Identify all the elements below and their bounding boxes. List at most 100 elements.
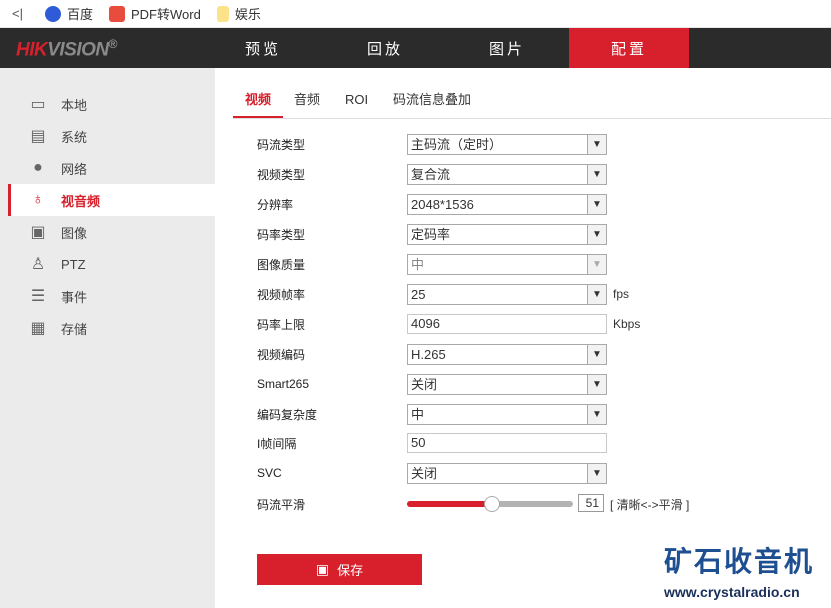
row-resolution: 分辨率 2048*1536 ▼ [257, 193, 757, 215]
row-smoothing: 码流平滑 51 [ 清晰<->平滑 ] [257, 493, 757, 515]
sidebar-item-label: 网络 [61, 161, 88, 177]
chevron-down-icon: ▼ [587, 194, 606, 214]
floppy-icon: ▦ [30, 320, 46, 337]
window-icon: ▤ [30, 128, 46, 145]
row-bitrate-type: 码率类型 定码率 ▼ [257, 223, 757, 245]
sidebar-item-label: 存储 [61, 321, 88, 337]
chevron-down-icon: ▼ [587, 134, 606, 154]
encoding-select[interactable]: H.265 ▼ [407, 343, 607, 365]
hikvision-logo: HIKVISION® [16, 37, 118, 61]
chevron-down-icon: ▼ [587, 374, 606, 394]
row-max-bitrate: 码率上限 4096 Kbps [257, 313, 757, 335]
row-i-frame: I帧间隔 50 [257, 432, 757, 454]
sidebar-item-ptz[interactable]: ♙ PTZ [8, 248, 215, 280]
sidebar-item-storage[interactable]: ▦ 存储 [8, 312, 215, 344]
row-encoding: 视频编码 H.265 ▼ [257, 343, 757, 365]
row-stream-type: 码流类型 主码流（定时） ▼ [257, 133, 757, 155]
mic-video-icon: ♁ [32, 191, 44, 208]
image-icon: ▣ [30, 224, 46, 241]
field-label: 图像质量 [257, 257, 306, 272]
calendar-icon: ☰ [30, 288, 46, 305]
baidu-icon [44, 5, 61, 22]
nav-configuration[interactable]: 配置 [569, 28, 689, 68]
folder-icon [216, 5, 229, 22]
svc-select[interactable]: 关闭 ▼ [407, 462, 607, 484]
unit-label: Kbps [613, 317, 641, 331]
back-button[interactable]: <| [12, 6, 23, 21]
bookmark-baidu[interactable]: 百度 [44, 4, 93, 23]
sidebar-item-image[interactable]: ▣ 图像 [8, 216, 215, 248]
field-label: 编码复杂度 [257, 407, 318, 422]
chevron-down-icon: ▼ [587, 254, 606, 274]
watermark: 矿石收音机 www.crystalradio.cn [664, 546, 814, 600]
chevron-down-icon: ▼ [587, 344, 606, 364]
row-frame-rate: 视频帧率 25 ▼ fps [257, 283, 757, 305]
sidebar-item-system[interactable]: ▤ 系统 [8, 120, 215, 152]
watermark-url: www.crystalradio.cn [664, 584, 800, 600]
video-type-select[interactable]: 复合流 ▼ [407, 163, 607, 185]
save-button[interactable]: ▣ 保存 [257, 554, 422, 585]
field-label: 视频帧率 [257, 287, 306, 302]
field-label: SVC [257, 466, 282, 480]
tab-bar: 视频 音频 ROI 码流信息叠加 [233, 86, 831, 119]
sidebar-item-label: 视音频 [61, 193, 101, 209]
sidebar: ▭ 本地 ▤ 系统 ● 网络 ♁ 视音频 ▣ 图像 ♙ PTZ ☰ 事件 ▦ 存储 [0, 68, 215, 608]
resolution-select[interactable]: 2048*1536 ▼ [407, 193, 607, 215]
bookmark-label: 百度 [66, 7, 93, 22]
sidebar-item-label: 图像 [61, 225, 88, 241]
complexity-select[interactable]: 中 ▼ [407, 403, 607, 425]
nav-picture[interactable]: 图片 [447, 28, 567, 68]
nav-preview[interactable]: 预览 [203, 28, 323, 68]
field-label: I帧间隔 [257, 436, 297, 451]
slider-handle[interactable] [484, 496, 500, 512]
bitrate-type-select[interactable]: 定码率 ▼ [407, 223, 607, 245]
i-frame-input[interactable]: 50 [407, 433, 607, 453]
row-image-quality: 图像质量 中 ▼ [257, 253, 757, 275]
bookmark-folder[interactable]: 娱乐 [216, 4, 261, 23]
save-label: 保存 [337, 563, 364, 578]
smart265-select[interactable]: 关闭 ▼ [407, 373, 607, 395]
field-label: 码流平滑 [257, 497, 306, 512]
monitor-icon: ▭ [30, 96, 46, 113]
chevron-down-icon: ▼ [587, 224, 606, 244]
field-label: 码流类型 [257, 137, 306, 152]
bookmark-pdf[interactable]: PDF转Word [108, 4, 201, 23]
chevron-down-icon: ▼ [587, 404, 606, 424]
smoothing-slider[interactable] [407, 496, 573, 512]
row-smart265: Smart265 关闭 ▼ [257, 373, 757, 395]
sidebar-item-event[interactable]: ☰ 事件 [8, 280, 215, 312]
row-svc: SVC 关闭 ▼ [257, 462, 757, 484]
sidebar-item-local[interactable]: ▭ 本地 [8, 88, 215, 120]
sidebar-item-network[interactable]: ● 网络 [8, 152, 215, 184]
field-label: 视频类型 [257, 167, 306, 182]
stream-type-select[interactable]: 主码流（定时） ▼ [407, 133, 607, 155]
unit-label: fps [613, 287, 630, 301]
tab-audio[interactable]: 音频 [294, 86, 320, 118]
ptz-icon: ♙ [30, 256, 46, 273]
image-quality-select: 中 ▼ [407, 253, 607, 275]
chevron-down-icon: ▼ [587, 463, 606, 483]
chevron-down-icon: ▼ [587, 284, 606, 304]
tab-roi[interactable]: ROI [345, 86, 368, 118]
chevron-down-icon: ▼ [587, 164, 606, 184]
top-header: HIKVISION® 预览 回放 图片 配置 [0, 28, 831, 68]
bookmark-label: 娱乐 [234, 7, 261, 22]
tab-stream-overlay[interactable]: 码流信息叠加 [393, 86, 471, 118]
row-video-type: 视频类型 复合流 ▼ [257, 163, 757, 185]
sidebar-item-label: 系统 [61, 129, 88, 145]
watermark-title: 矿石收音机 [664, 546, 815, 577]
max-bitrate-input[interactable]: 4096 [407, 314, 607, 334]
sidebar-item-video-audio[interactable]: ♁ 视音频 [8, 184, 215, 216]
sidebar-item-label: 本地 [61, 97, 88, 113]
bookmark-bar: <| 百度 PDF转Word 娱乐 [0, 0, 831, 28]
row-complexity: 编码复杂度 中 ▼ [257, 403, 757, 425]
frame-rate-select[interactable]: 25 ▼ [407, 283, 607, 305]
field-label: Smart265 [257, 377, 310, 391]
nav-playback[interactable]: 回放 [325, 28, 445, 68]
smoothing-value-input[interactable]: 51 [578, 494, 604, 512]
tab-video[interactable]: 视频 [233, 86, 284, 118]
smoothing-hint: [ 清晰<->平滑 ] [610, 497, 690, 512]
pdf-icon [108, 5, 125, 22]
globe-icon: ● [33, 159, 43, 176]
sidebar-item-label: 事件 [61, 289, 88, 305]
